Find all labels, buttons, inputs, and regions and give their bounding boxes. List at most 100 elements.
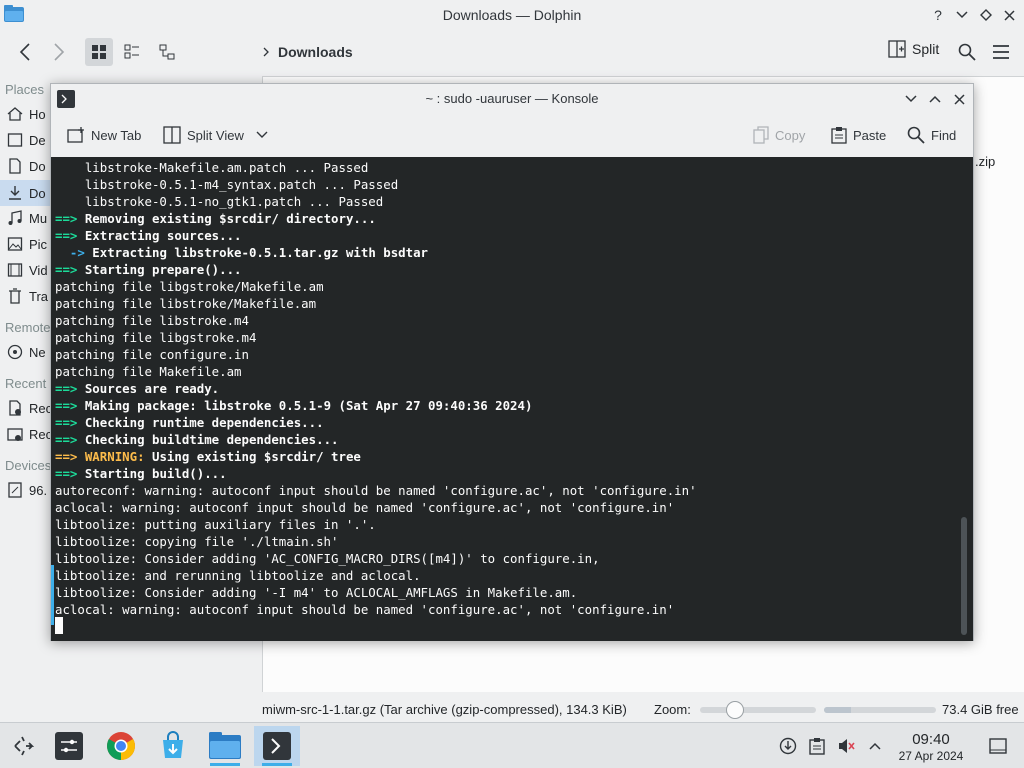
new-tab-icon	[67, 127, 84, 143]
terminal-line: -> Extracting libstroke-0.5.1.tar.gz wit…	[55, 244, 697, 261]
place-music[interactable]: Mu	[7, 210, 47, 226]
volume-muted-icon[interactable]	[836, 736, 856, 756]
close-button[interactable]	[999, 5, 1019, 25]
split-label: Split	[912, 41, 940, 57]
new-tab-button[interactable]: New Tab	[67, 123, 141, 147]
zoom-slider-handle[interactable]	[725, 701, 744, 719]
terminal-line: libtoolize: copying file './ltmain.sh'	[55, 533, 697, 550]
split-view-button[interactable]: Split View	[163, 123, 268, 147]
terminal-line-text: Extracting sources...	[77, 228, 242, 243]
split-view-label: Split View	[187, 127, 244, 143]
terminal-scrollbar[interactable]	[961, 517, 967, 635]
place-label: Rec	[29, 400, 50, 416]
place-device[interactable]: 96.	[7, 482, 47, 498]
clipboard-icon[interactable]	[807, 736, 827, 756]
chevron-up-icon[interactable]	[865, 736, 885, 756]
place-downloads[interactable]: Do	[0, 180, 50, 206]
copy-icon	[753, 126, 769, 144]
back-button[interactable]	[10, 36, 40, 68]
task-konsole[interactable]	[254, 726, 300, 766]
place-label: Rec	[29, 426, 50, 442]
chevron-right-icon	[263, 47, 269, 57]
application-launcher[interactable]	[0, 726, 46, 766]
terminal-arrow: ==>	[55, 432, 78, 447]
place-videos[interactable]: Vid	[7, 262, 48, 278]
icons-view-button[interactable]	[85, 38, 113, 66]
terminal-arrow: ==>	[55, 466, 78, 481]
status-file-info: miwm-src-1-1.tar.gz (Tar archive (gzip-c…	[262, 702, 627, 717]
updates-icon[interactable]	[778, 736, 798, 756]
terminal-line: ==> Checking buildtime dependencies...	[55, 431, 697, 448]
konsole-window: ~ : sudo -uauruser — Konsole New Tab Spl…	[50, 83, 974, 641]
terminal-line-text: libstroke-0.5.1-m4_syntax.patch ... Pass…	[55, 177, 399, 192]
place-recent-locations[interactable]: Rec	[7, 426, 50, 442]
breadcrumb[interactable]: Downloads	[262, 44, 353, 60]
terminal-line-text: libstroke-0.5.1-no_gtk1.patch ... Passed	[55, 194, 384, 209]
free-space-label: 73.4 GiB free	[942, 702, 1019, 717]
terminal-arrow: ==>	[55, 415, 78, 430]
clock-date[interactable]: 27 Apr 2024	[890, 749, 972, 763]
konsole-titlebar[interactable]: ~ : sudo -uauruser — Konsole	[51, 84, 973, 114]
menu-button[interactable]	[988, 36, 1014, 68]
taskbar: 09:40 27 Apr 2024	[0, 722, 1024, 768]
find-button[interactable]: Find	[907, 123, 956, 147]
place-network[interactable]: Ne	[7, 344, 46, 360]
task-system-settings[interactable]	[46, 726, 92, 766]
terminal-line: ==> Extracting sources...	[55, 227, 697, 244]
terminal-line: patching file libstroke.m4	[55, 312, 697, 329]
konsole-close-button[interactable]	[949, 89, 969, 109]
search-icon	[958, 43, 976, 61]
konsole-minimize-button[interactable]	[901, 89, 921, 109]
terminal-line: libtoolize: putting auxiliary files in '…	[55, 516, 697, 533]
copy-button[interactable]: Copy	[753, 123, 805, 147]
konsole-maximize-button[interactable]	[925, 89, 945, 109]
terminal-line: ==> Sources are ready.	[55, 380, 697, 397]
paste-button[interactable]: Paste	[831, 123, 886, 147]
place-documents[interactable]: Do	[7, 158, 46, 174]
status-bar: miwm-src-1-1.tar.gz (Tar archive (gzip-c…	[262, 698, 1024, 720]
place-desktop[interactable]: De	[7, 132, 46, 148]
search-button[interactable]	[954, 36, 980, 68]
forward-button[interactable]	[44, 36, 74, 68]
help-icon[interactable]: ?	[928, 5, 948, 25]
terminal-line-text: patching file libgstroke.m4	[55, 330, 257, 345]
split-button[interactable]: Split	[888, 40, 939, 58]
dolphin-titlebar[interactable]: Downloads — Dolphin ?	[0, 0, 1024, 30]
details-view-button[interactable]	[153, 38, 181, 66]
place-recent-files[interactable]: Rec	[7, 400, 50, 416]
show-desktop-icon[interactable]	[988, 736, 1008, 756]
breadcrumb-downloads[interactable]: Downloads	[278, 44, 353, 60]
place-home[interactable]: Ho	[7, 106, 46, 122]
task-chrome[interactable]	[98, 726, 144, 766]
terminal-view[interactable]: libstroke-Makefile.am.patch ... Passed l…	[51, 157, 973, 641]
document-icon	[9, 158, 21, 174]
task-dolphin[interactable]	[202, 726, 248, 766]
terminal-line: ==> Removing existing $srcdir/ directory…	[55, 210, 697, 227]
terminal-line: ==> Checking runtime dependencies...	[55, 414, 697, 431]
place-trash[interactable]: Tra	[7, 288, 48, 304]
split-view-icon	[163, 126, 181, 144]
grid-icon	[92, 45, 106, 59]
clock-time[interactable]: 09:40	[898, 731, 964, 748]
terminal-line-text: libtoolize: copying file './ltmain.sh'	[55, 534, 339, 549]
tree-view-icon	[159, 44, 175, 60]
terminal-line-text: patching file libstroke.m4	[55, 313, 249, 328]
maximize-button[interactable]	[976, 5, 996, 25]
chevron-down-icon[interactable]	[256, 131, 268, 139]
terminal-arrow: ==>	[55, 381, 78, 396]
compact-view-button[interactable]	[118, 38, 146, 66]
terminal-line: libstroke-0.5.1-no_gtk1.patch ... Passed	[55, 193, 697, 210]
terminal-line: ==> Making package: libstroke 0.5.1-9 (S…	[55, 397, 697, 414]
place-pictures[interactable]: Pic	[7, 236, 47, 252]
terminal-arrow: ==>	[55, 211, 78, 226]
file-name-partial[interactable]: .zip	[975, 154, 995, 169]
terminal-line: ==> Starting prepare()...	[55, 261, 697, 278]
minimize-button[interactable]	[952, 5, 972, 25]
place-label: Vid	[29, 262, 48, 278]
new-tab-label: New Tab	[91, 127, 142, 143]
zoom-slider[interactable]	[700, 701, 816, 719]
terminal-line: patching file libgstroke/Makefile.am	[55, 278, 697, 295]
system-settings-icon	[55, 732, 83, 760]
terminal-line-text: Starting prepare()...	[77, 262, 242, 277]
task-discover[interactable]	[150, 726, 196, 766]
